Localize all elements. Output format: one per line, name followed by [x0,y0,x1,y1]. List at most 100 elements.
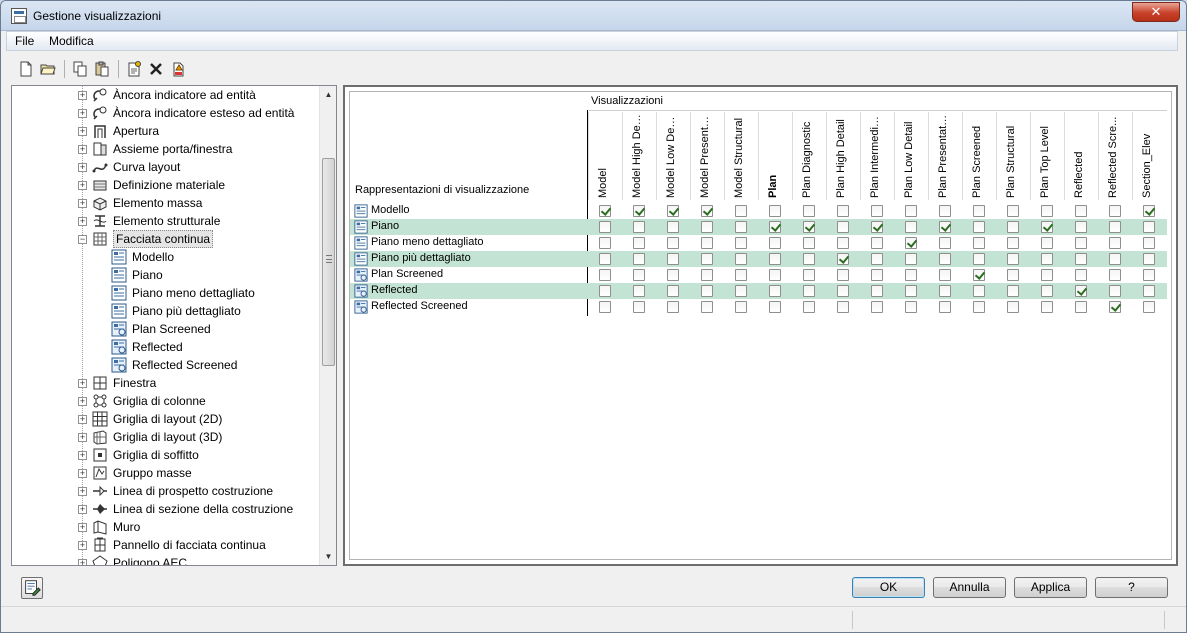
title-bar[interactable]: Gestione visualizzazioni ✕ [1,1,1186,31]
column-header[interactable]: Plan Top Level [1030,112,1064,200]
scroll-thumb[interactable] [322,158,335,366]
column-header[interactable]: Plan Low Detail [894,112,928,200]
display-checkbox[interactable] [1075,237,1087,249]
tree-expander[interactable]: + [78,127,87,136]
tree-item[interactable]: + Finestra [12,374,322,392]
display-checkbox[interactable] [667,205,679,217]
tree-item[interactable]: Piano meno dettagliato [12,284,322,302]
display-checkbox[interactable] [837,221,849,233]
display-checkbox[interactable] [905,269,917,281]
display-checkbox[interactable] [939,221,951,233]
display-checkbox[interactable] [1109,253,1121,265]
display-checkbox[interactable] [803,301,815,313]
display-checkbox[interactable] [599,269,611,281]
display-checkbox[interactable] [939,237,951,249]
display-checkbox[interactable] [905,205,917,217]
tree-item[interactable]: + Griglia di colonne [12,392,322,410]
display-checkbox[interactable] [1007,221,1019,233]
display-checkbox[interactable] [633,221,645,233]
tree-expander[interactable]: + [78,505,87,514]
display-checkbox[interactable] [633,205,645,217]
display-checkbox[interactable] [973,301,985,313]
display-checkbox[interactable] [939,301,951,313]
column-header[interactable]: Plan Intermedia... [860,112,894,200]
display-checkbox[interactable] [939,285,951,297]
display-checkbox[interactable] [599,253,611,265]
display-checkbox[interactable] [905,221,917,233]
display-checkbox[interactable] [769,285,781,297]
display-checkbox[interactable] [701,205,713,217]
tree-scrollbar[interactable]: ▲ ▼ [319,86,336,565]
display-checkbox[interactable] [939,253,951,265]
display-checkbox[interactable] [667,285,679,297]
display-checkbox[interactable] [1143,253,1155,265]
display-checkbox[interactable] [871,301,883,313]
tree-item[interactable]: + Linea di sezione della costruzione [12,500,322,518]
display-checkbox[interactable] [667,269,679,281]
tree-expander[interactable]: + [78,559,87,565]
display-checkbox[interactable] [599,221,611,233]
column-header[interactable]: Plan Diagnostic [792,112,826,200]
column-header[interactable]: Plan Presentation [928,112,962,200]
display-checkbox[interactable] [939,269,951,281]
tree-item[interactable]: + Linea di prospetto costruzione [12,482,322,500]
column-header[interactable]: Reflected Scre... [1098,112,1132,200]
display-checkbox[interactable] [837,253,849,265]
delete-icon[interactable] [148,61,164,77]
display-checkbox[interactable] [1007,269,1019,281]
display-checkbox[interactable] [905,301,917,313]
tree-item[interactable]: Plan Screened [12,320,322,338]
tree-expander[interactable]: + [78,91,87,100]
tree-item[interactable]: + Griglia di soffitto [12,446,322,464]
tree-expander[interactable]: + [78,415,87,424]
display-checkbox[interactable] [769,253,781,265]
display-checkbox[interactable] [599,301,611,313]
tree-item[interactable]: + Àncora indicatore ad entità [12,86,322,104]
tree-expander[interactable]: + [78,433,87,442]
tree-item[interactable]: + Gruppo masse [12,464,322,482]
scroll-up-icon[interactable]: ▲ [320,86,336,103]
display-tree[interactable]: + Àncora indicatore ad entità + Àncora indi… [11,85,337,566]
display-checkbox[interactable] [701,237,713,249]
display-checkbox[interactable] [735,221,747,233]
display-checkbox[interactable] [1075,253,1087,265]
display-checkbox[interactable] [735,237,747,249]
tree-expander[interactable]: + [78,451,87,460]
display-checkbox[interactable] [1041,221,1053,233]
column-header[interactable]: Section_Elev [1132,112,1166,200]
column-header[interactable]: Model [588,112,622,200]
tree-item[interactable]: + Àncora indicatore esteso ad entità [12,104,322,122]
display-checkbox[interactable] [1007,253,1019,265]
display-checkbox[interactable] [1041,237,1053,249]
tree-item[interactable]: + Definizione materiale [12,176,322,194]
display-checkbox[interactable] [1109,221,1121,233]
tree-item[interactable]: + Elemento strutturale [12,212,322,230]
display-checkbox[interactable] [599,285,611,297]
display-checkbox[interactable] [701,269,713,281]
column-header[interactable]: Plan Screened [962,112,996,200]
display-checkbox[interactable] [735,269,747,281]
display-checkbox[interactable] [837,205,849,217]
display-checkbox[interactable] [905,237,917,249]
properties-icon[interactable] [126,61,142,77]
tree-expander[interactable]: + [78,397,87,406]
display-checkbox[interactable] [735,205,747,217]
display-checkbox[interactable] [837,285,849,297]
tree-item[interactable]: + Curva layout [12,158,322,176]
display-checkbox[interactable] [837,237,849,249]
display-checkbox[interactable] [701,253,713,265]
display-checkbox[interactable] [769,205,781,217]
display-checkbox[interactable] [701,221,713,233]
display-checkbox[interactable] [871,221,883,233]
display-checkbox[interactable] [633,269,645,281]
tree-item[interactable]: + Griglia di layout (2D) [12,410,322,428]
display-checkbox[interactable] [1075,301,1087,313]
display-checkbox[interactable] [905,285,917,297]
display-checkbox[interactable] [1143,221,1155,233]
display-checkbox[interactable] [633,301,645,313]
display-checkbox[interactable] [667,237,679,249]
display-checkbox[interactable] [735,285,747,297]
display-checkbox[interactable] [667,301,679,313]
tree-expander[interactable]: + [78,541,87,550]
display-checkbox[interactable] [973,269,985,281]
